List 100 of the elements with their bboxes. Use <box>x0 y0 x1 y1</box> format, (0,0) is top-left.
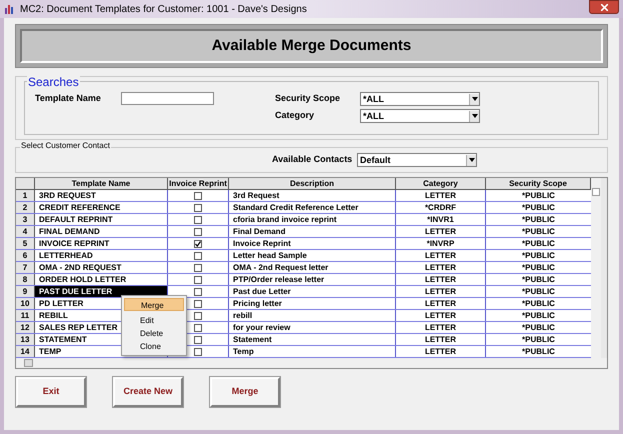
table-cell-text: *PUBLIC <box>521 334 556 345</box>
table-cell-text: *PUBLIC <box>521 286 556 297</box>
invoice-reprint-checkbox[interactable] <box>194 216 202 224</box>
table-cell: Letter head Sample <box>229 250 396 261</box>
table-cell: Past due Letter <box>229 286 396 297</box>
table-cell-text: *PUBLIC <box>521 238 556 249</box>
column-header[interactable]: Invoice Reprint <box>168 178 229 189</box>
invoice-reprint-checkbox[interactable] <box>194 348 202 356</box>
invoice-reprint-checkbox[interactable] <box>194 228 202 236</box>
app-icon <box>4 3 16 15</box>
field-label: Template Name <box>35 92 101 105</box>
group-legend: Select Customer Contact <box>20 142 111 150</box>
table-cell-text: *PUBLIC <box>521 190 556 201</box>
invoice-reprint-checkbox[interactable] <box>194 324 202 332</box>
row-number: 7 <box>16 262 35 273</box>
table-cell: PTP/Order release letter <box>229 274 396 285</box>
table-cell-text: *PUBLIC <box>521 322 556 333</box>
table-cell: LETTER <box>396 298 486 309</box>
invoice-reprint-checkbox[interactable] <box>194 240 202 248</box>
column-header[interactable]: Category <box>396 178 486 189</box>
table-cell-text: *PUBLIC <box>521 274 556 285</box>
close-icon <box>600 4 608 10</box>
row-number: 6 <box>16 250 35 261</box>
action-button[interactable]: Create New <box>113 377 183 407</box>
table-cell: Statement <box>229 334 396 345</box>
table-cell: LETTER <box>396 190 486 201</box>
row-number: 4 <box>16 226 35 237</box>
table-cell: LETTER <box>396 262 486 273</box>
row-number: 8 <box>16 274 35 285</box>
row-number: 12 <box>16 322 35 333</box>
table-cell-text: *PUBLIC <box>521 346 556 357</box>
action-button[interactable]: Exit <box>16 377 86 407</box>
invoice-reprint-checkbox[interactable] <box>194 264 202 272</box>
heading-title: Available Merge Documents <box>212 36 412 56</box>
table-cell: *INVR1 <box>396 214 486 225</box>
table-cell: rebill <box>229 310 396 321</box>
table-cell[interactable]: FINAL DEMAND <box>35 226 168 237</box>
invoice-reprint-checkbox[interactable] <box>194 300 202 308</box>
table-cell[interactable]: LETTERHEAD <box>35 250 168 261</box>
invoice-reprint-checkbox[interactable] <box>194 312 202 320</box>
table-cell: for your review <box>229 322 396 333</box>
row-number: 10 <box>16 298 35 309</box>
table-cell: *CRDRF <box>396 202 486 213</box>
row-number: 9 <box>16 286 35 297</box>
table-cell: Pricing letter <box>229 298 396 309</box>
table-cell[interactable]: OMA - 2ND REQUEST <box>35 262 168 273</box>
row-number: 3 <box>16 214 35 225</box>
row-number: 13 <box>16 334 35 345</box>
invoice-reprint-checkbox[interactable] <box>194 252 202 260</box>
table-cell: LETTER <box>396 310 486 321</box>
close-button[interactable] <box>589 0 619 14</box>
invoice-reprint-checkbox[interactable] <box>194 192 202 200</box>
table-cell: LETTER <box>396 346 486 357</box>
table-cell-text: *PUBLIC <box>521 262 556 273</box>
row-number: 14 <box>16 346 35 357</box>
table-cell: Final Demand <box>229 226 396 237</box>
category-dropdown[interactable]: *ALL <box>360 109 480 123</box>
invoice-reprint-checkbox[interactable] <box>194 288 202 296</box>
contacts-dropdown[interactable]: Default <box>357 153 477 167</box>
column-header[interactable]: Description <box>229 178 396 189</box>
table-cell: Standard Credit Reference Letter <box>229 202 396 213</box>
table-cell[interactable]: 3RD REQUEST <box>35 190 168 201</box>
table-cell: LETTER <box>396 322 486 333</box>
table-cell[interactable]: PAST DUE LETTER <box>35 286 168 297</box>
table-cell[interactable]: INVOICE REPRINT <box>35 238 168 249</box>
table-cell-text: *PUBLIC <box>521 310 556 321</box>
field-label: Available Contacts <box>272 153 354 166</box>
row-number: 1 <box>16 190 35 201</box>
field-label: Security Scope <box>275 92 342 106</box>
table-cell-text: *PUBLIC <box>521 202 556 213</box>
table-cell: Temp <box>229 346 396 357</box>
action-button[interactable]: Merge <box>210 377 280 407</box>
template-name-field[interactable] <box>120 92 214 105</box>
invoice-reprint-checkbox[interactable] <box>194 276 202 284</box>
row-number: 11 <box>16 310 35 321</box>
table-cell[interactable]: CREDIT REFERENCE <box>35 202 168 213</box>
table-cell: *INVRP <box>396 238 486 249</box>
row-number: 5 <box>16 238 35 249</box>
menu-item[interactable]: Merge <box>124 298 184 311</box>
table-cell-text: *PUBLIC <box>521 214 556 225</box>
table-cell: LETTER <box>396 286 486 297</box>
table-cell-text: *PUBLIC <box>521 226 556 237</box>
security-scope-dropdown[interactable]: *ALL <box>360 92 480 106</box>
table-cell: OMA - 2nd Request letter <box>229 262 396 273</box>
table-cell-text: *PUBLIC <box>521 298 556 309</box>
vertical-scrollbar[interactable] <box>591 178 601 358</box>
table-cell: LETTER <box>396 274 486 285</box>
invoice-reprint-checkbox[interactable] <box>194 204 202 212</box>
column-header[interactable]: Template Name <box>35 178 168 189</box>
table-cell: LETTER <box>396 226 486 237</box>
table-cell: cforia brand invoice reprint <box>229 214 396 225</box>
invoice-reprint-checkbox[interactable] <box>194 336 202 344</box>
table-cell: 3rd Request <box>229 190 396 201</box>
table-cell-text: *PUBLIC <box>521 250 556 261</box>
table-cell: LETTER <box>396 250 486 261</box>
horizontal-scrollbar[interactable] <box>16 358 607 368</box>
table-cell[interactable]: DEFAULT REPRINT <box>35 214 168 225</box>
field-label: Category <box>275 109 316 122</box>
table-cell: LETTER <box>396 334 486 345</box>
table-cell[interactable]: ORDER HOLD LETTER <box>35 274 168 285</box>
